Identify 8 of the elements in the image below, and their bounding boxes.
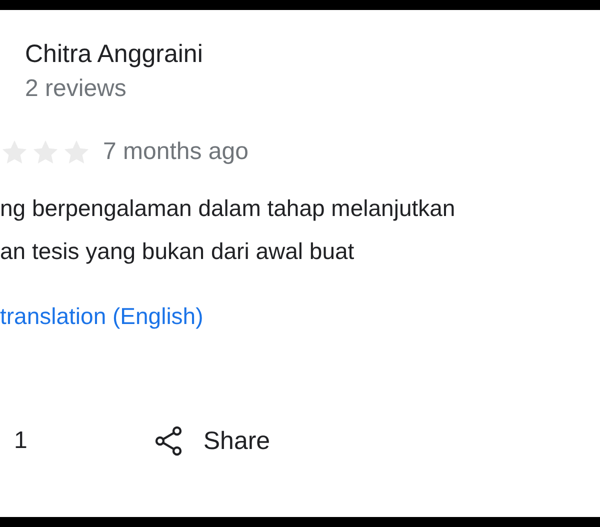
share-icon [155,426,184,456]
like-count: 1 [14,426,28,456]
review-time: 7 months ago [103,137,248,167]
reviewer-name[interactable]: Chitra Anggraini [25,37,600,71]
share-button[interactable]: Share [155,426,270,456]
review-count: 2 reviews [25,74,128,104]
review-text: ng berpengalaman dalam tahap melanjutkan an tesis yang bukan dari awal buat [0,194,456,266]
translation-link[interactable]: translation (English) [0,301,204,331]
